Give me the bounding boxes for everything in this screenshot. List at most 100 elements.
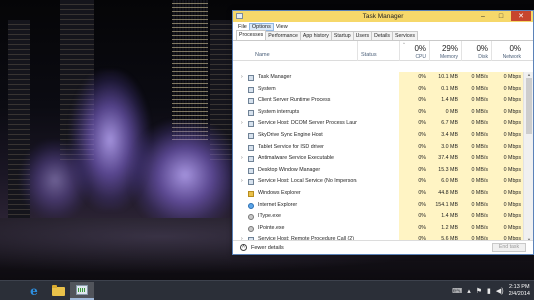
- expand-chevron-icon[interactable]: ›: [241, 72, 243, 84]
- process-status-cell: [357, 84, 399, 96]
- task-manager-taskbar-button[interactable]: [70, 282, 94, 300]
- end-task-button[interactable]: End task: [492, 243, 526, 252]
- dwm-icon: [248, 167, 254, 174]
- process-disk-cell: 0 MB/s: [461, 141, 491, 154]
- flag-icon[interactable]: ⚑: [476, 287, 482, 295]
- close-button[interactable]: ✕: [511, 11, 531, 21]
- header-name[interactable]: Name: [233, 41, 357, 61]
- expand-chevron-icon[interactable]: ›: [241, 118, 243, 130]
- disk-label: Disk: [478, 54, 488, 60]
- process-name-cell: System: [233, 84, 357, 96]
- process-status-cell: [357, 153, 399, 165]
- scroll-up-icon[interactable]: ▲: [524, 72, 534, 77]
- task-manager-icon: [76, 285, 88, 295]
- tab-details[interactable]: Details: [371, 31, 394, 40]
- process-name: System: [258, 85, 276, 92]
- tab-app-history[interactable]: App history: [299, 31, 332, 40]
- process-row[interactable]: Internet Explorer 0% 154.1 MB 0 MB/s 0 Mbps: [233, 199, 524, 212]
- process-disk-cell: 0 MB/s: [461, 211, 491, 223]
- internet-explorer-taskbar-button[interactable]: e: [22, 282, 46, 300]
- process-row[interactable]: System interrupts 0% 0 MB 0 MB/s 0 Mbps: [233, 106, 524, 119]
- tab-services[interactable]: Services: [392, 31, 418, 40]
- process-name: System interrupts: [258, 108, 300, 115]
- process-name: IType.exe: [258, 213, 281, 220]
- process-name-cell: › Task Manager: [233, 72, 357, 84]
- process-row[interactable]: › Service Host: Local Service (No Imperso…: [233, 176, 524, 188]
- process-memory-cell: 0.1 MB: [429, 83, 461, 96]
- process-row[interactable]: SkyDrive Sync Engine Host 0% 3.4 MB 0 MB/s 0…: [233, 129, 524, 142]
- process-row[interactable]: › Antimalware Service Executable 0% 37.4 MB…: [233, 153, 524, 165]
- header-memory[interactable]: 29% Memory: [429, 41, 461, 61]
- process-memory-cell: 3.0 MB: [429, 141, 461, 154]
- process-list: › Task Manager 0% 10.1 MB 0 MB/s 0 Mbps System…: [233, 72, 524, 242]
- process-name-cell: › Service Host: DCOM Server Process Launc…: [233, 118, 357, 130]
- clock-time: 2:13 PM: [509, 284, 530, 290]
- file-explorer-taskbar-button[interactable]: [46, 282, 70, 300]
- process-memory-cell: 6.7 MB: [429, 118, 461, 130]
- process-cpu-cell: 0%: [399, 222, 429, 235]
- menu-file[interactable]: File: [236, 24, 249, 30]
- tab-users[interactable]: Users: [352, 31, 373, 40]
- tab-performance[interactable]: Performance: [265, 31, 301, 40]
- maximize-button[interactable]: □: [495, 11, 507, 21]
- volume-icon[interactable]: ◀): [496, 287, 504, 295]
- process-memory-cell: 3.4 MB: [429, 129, 461, 142]
- process-network-cell: 0 Mbps: [491, 222, 524, 235]
- expand-chevron-icon[interactable]: ›: [241, 153, 243, 165]
- tab-processes[interactable]: Processes: [236, 30, 267, 40]
- process-cpu-cell: 0%: [399, 72, 429, 84]
- process-row[interactable]: Client Server Runtime Process 0% 1.4 MB 0 M…: [233, 95, 524, 107]
- process-cpu-cell: 0%: [399, 141, 429, 154]
- clock[interactable]: 2:13 PM 2/4/2014: [509, 284, 530, 298]
- vertical-scrollbar[interactable]: ▲ ▼: [523, 72, 533, 242]
- process-name: IPointe.exe: [258, 224, 285, 231]
- process-cpu-cell: 0%: [399, 106, 429, 119]
- menu-view[interactable]: View: [274, 24, 290, 30]
- process-cpu-cell: 0%: [399, 129, 429, 142]
- process-row[interactable]: Tablet Service for ISD driver 0% 3.0 MB 0 M…: [233, 141, 524, 154]
- process-row[interactable]: Desktop Window Manager 0% 15.3 MB 0 MB/s 0 M…: [233, 164, 524, 177]
- keyboard-icon[interactable]: ⌨: [452, 287, 462, 295]
- process-network-cell: 0 Mbps: [491, 176, 524, 188]
- process-row[interactable]: IPointe.exe 0% 1.2 MB 0 MB/s 0 Mbps: [233, 222, 524, 235]
- expand-chevron-icon[interactable]: ›: [241, 176, 243, 188]
- process-name: Service Host: Local Service (No Imperson…: [258, 178, 357, 185]
- tab-strip: Processes Performance App history Startu…: [233, 30, 533, 41]
- process-row[interactable]: System 0% 0.1 MB 0 MB/s 0 Mbps: [233, 83, 524, 96]
- process-cpu-cell: 0%: [399, 164, 429, 177]
- process-status-cell: [357, 107, 399, 119]
- process-network-cell: 0 Mbps: [491, 153, 524, 165]
- header-status[interactable]: Status: [357, 41, 399, 61]
- process-row[interactable]: › Task Manager 0% 10.1 MB 0 MB/s 0 Mbps: [233, 72, 524, 84]
- process-row[interactable]: › Service Host: DCOM Server Process Launc…: [233, 118, 524, 130]
- process-cpu-cell: 0%: [399, 118, 429, 130]
- show-hidden-icons-icon[interactable]: ▴: [467, 287, 471, 295]
- scroll-thumb[interactable]: [526, 78, 532, 134]
- process-network-cell: 0 Mbps: [491, 129, 524, 142]
- process-status-cell: [357, 223, 399, 235]
- header-network[interactable]: 0% Network: [491, 41, 524, 61]
- process-disk-cell: 0 MB/s: [461, 95, 491, 107]
- network-icon[interactable]: ▮: [487, 287, 491, 295]
- tab-startup[interactable]: Startup: [330, 31, 354, 40]
- process-network-cell: 0 Mbps: [491, 187, 524, 200]
- process-name-cell: IType.exe: [233, 211, 357, 223]
- process-name-cell: Tablet Service for ISD driver: [233, 142, 357, 154]
- process-row[interactable]: IType.exe 0% 1.4 MB 0 MB/s 0 Mbps: [233, 211, 524, 223]
- process-name: Windows Explorer: [258, 189, 301, 196]
- header-disk[interactable]: 0% Disk: [461, 41, 491, 61]
- process-memory-cell: 6.0 MB: [429, 176, 461, 188]
- process-network-cell: 0 Mbps: [491, 72, 524, 84]
- minimize-button[interactable]: –: [477, 11, 489, 21]
- process-disk-cell: 0 MB/s: [461, 129, 491, 142]
- process-name-cell: Internet Explorer: [233, 200, 357, 212]
- process-row[interactable]: Windows Explorer 0% 44.8 MB 0 MB/s 0 Mbps: [233, 187, 524, 200]
- process-cpu-cell: 0%: [399, 176, 429, 188]
- process-network-cell: 0 Mbps: [491, 83, 524, 96]
- process-cpu-cell: 0%: [399, 95, 429, 107]
- process-disk-cell: 0 MB/s: [461, 199, 491, 212]
- title-bar[interactable]: Task Manager – □ ✕: [233, 11, 533, 22]
- process-name: SkyDrive Sync Engine Host: [258, 131, 323, 138]
- header-cpu[interactable]: 0% CPU: [399, 41, 429, 61]
- fewer-details-button[interactable]: ˄ Fewer details: [240, 244, 284, 251]
